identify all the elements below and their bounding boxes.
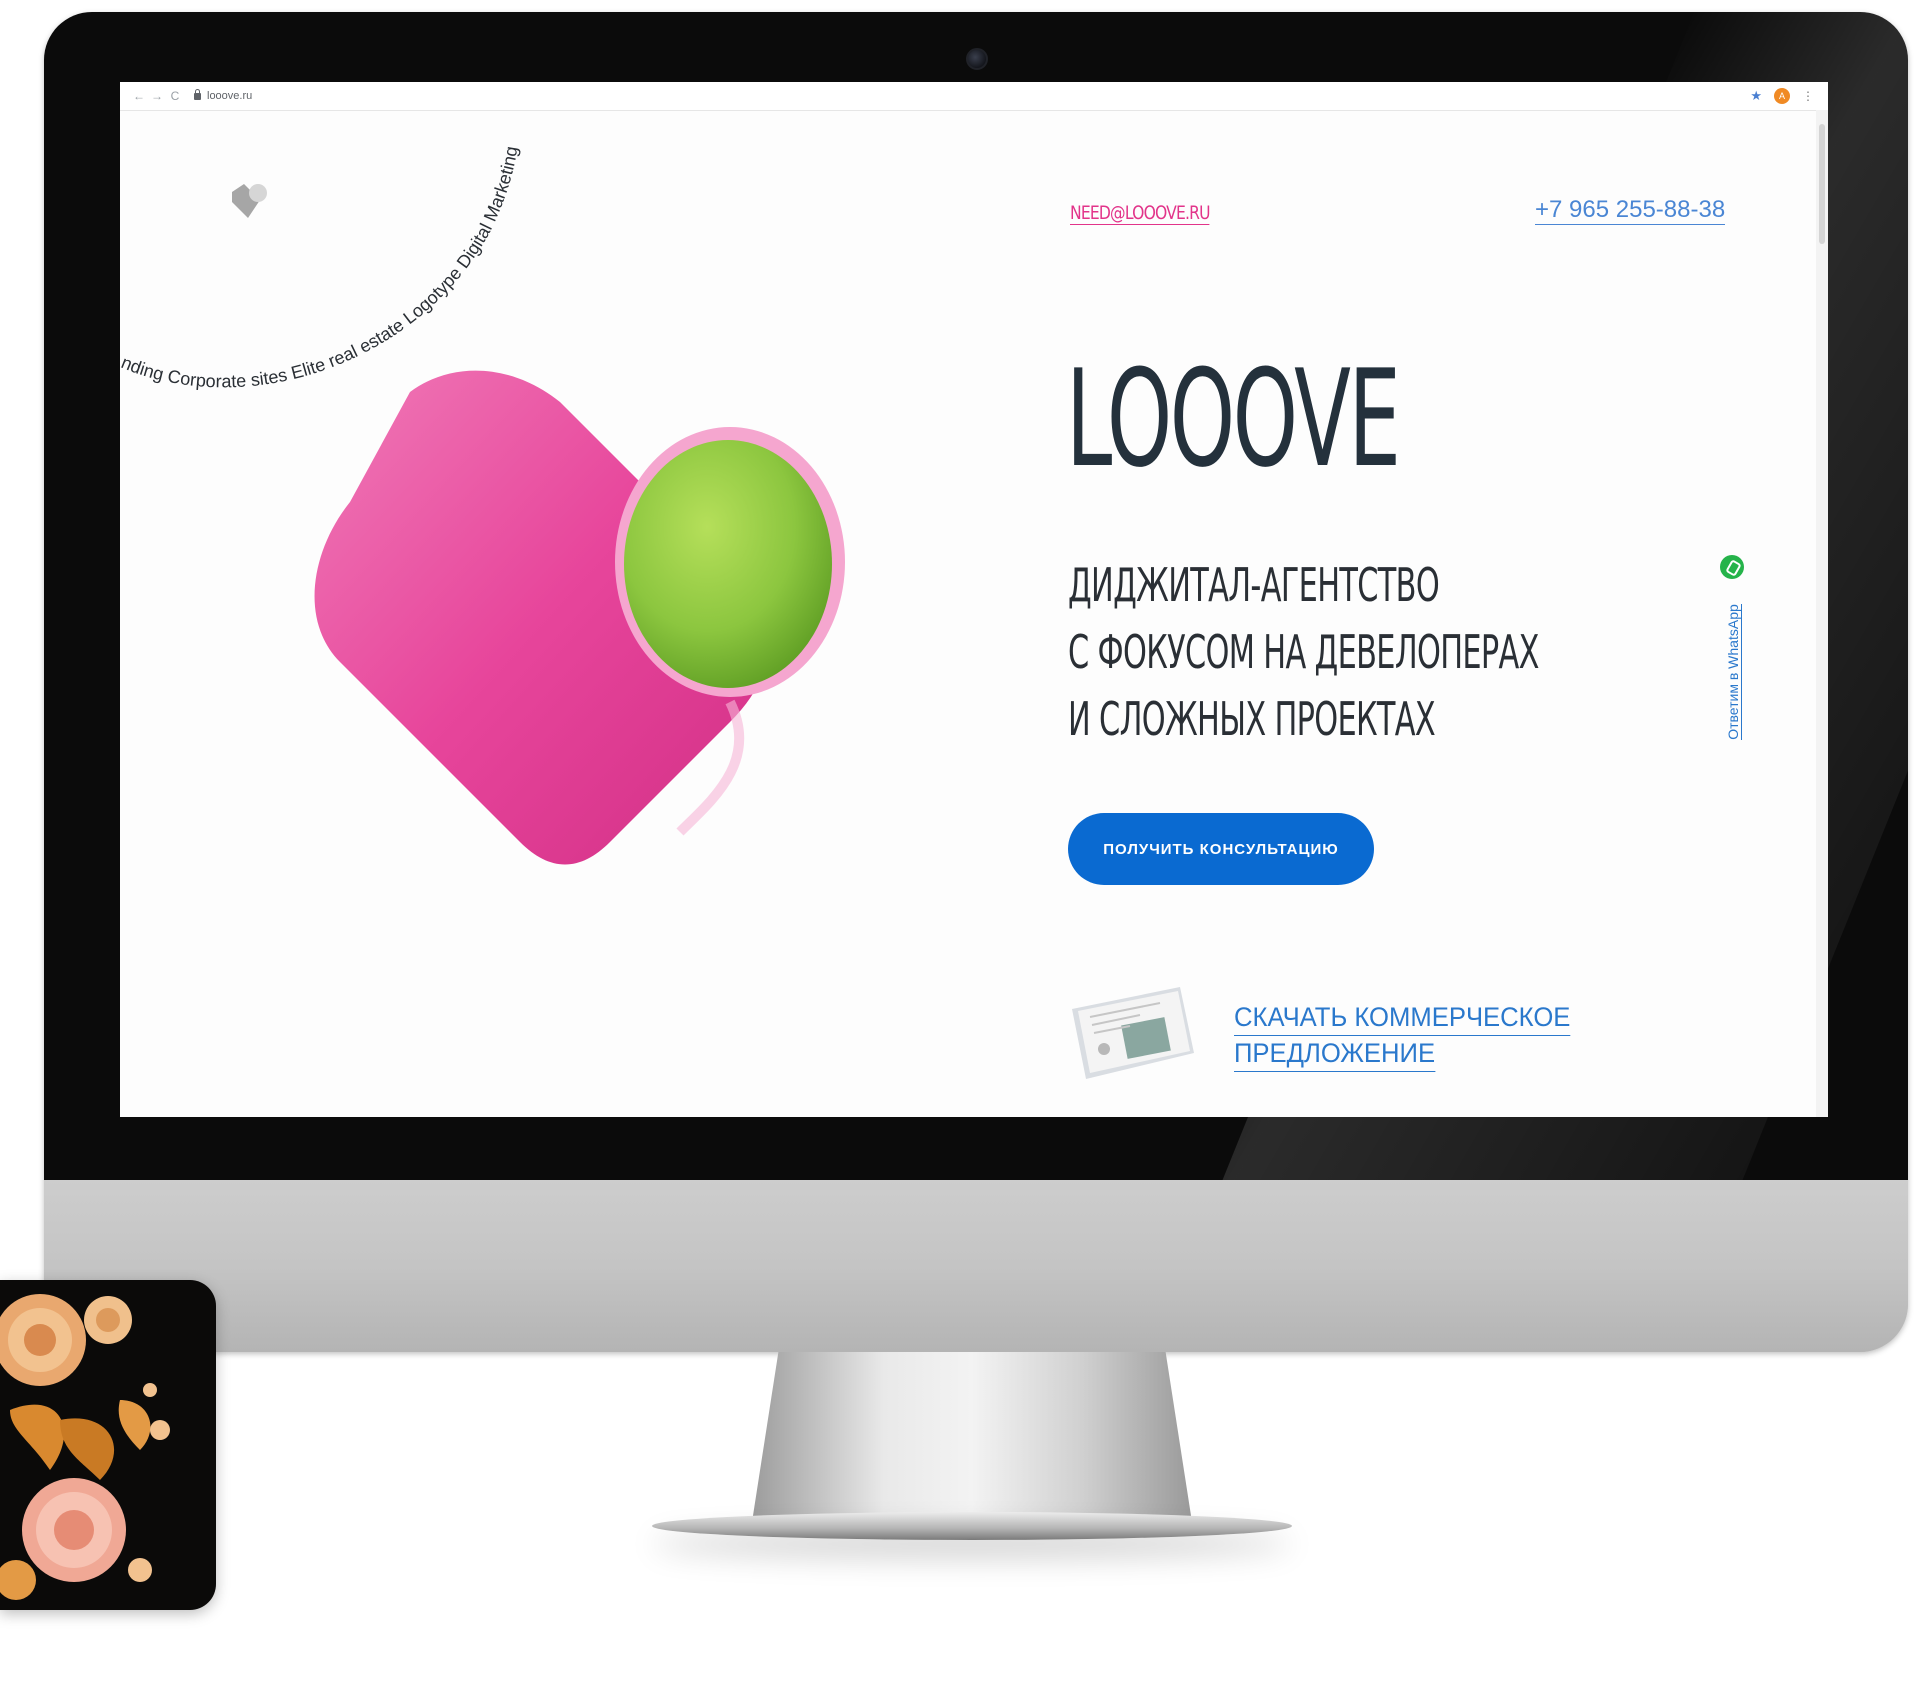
hero-tagline: ДИДЖИТАЛ-АГЕНТСТВО С ФОКУСОМ НА ДЕВЕЛОПЕ…	[1068, 552, 1539, 753]
phone-link[interactable]: +7 965 255-88-38	[1535, 196, 1726, 225]
email-link[interactable]: NEED@LOOOVE.RU	[1070, 202, 1211, 225]
url-text[interactable]: looove.ru	[207, 90, 252, 102]
monitor-stand	[752, 1352, 1192, 1522]
monitor-chin	[44, 1180, 1908, 1352]
address-bar[interactable]: looove.ru	[194, 88, 252, 102]
leaves	[10, 1383, 170, 1480]
back-icon[interactable]: ←	[130, 89, 148, 103]
flower-top	[0, 1294, 132, 1386]
heart-illustration	[314, 370, 845, 865]
tagline-line: С ФОКУСОМ НА ДЕВЕЛОПЕРАХ	[1068, 625, 1539, 679]
whatsapp-label[interactable]: Ответим в WhatsApp	[1725, 604, 1742, 740]
scrollbar-thumb[interactable]	[1819, 124, 1825, 244]
download-line[interactable]: СКАЧАТЬ КОММЕРЧЕСКОЕ	[1234, 1000, 1571, 1036]
forward-icon[interactable]: →	[148, 89, 166, 103]
camera-icon	[966, 48, 988, 70]
browser-toolbar: ← → C looove.ru ★ A ⋮	[120, 82, 1828, 111]
floral-thumbnail	[0, 1280, 216, 1610]
floral-illustration	[0, 1294, 170, 1600]
heart-green-inner	[624, 440, 832, 688]
monitor-bezel: ← → C looove.ru ★ A ⋮ nding Corporate si…	[44, 12, 1908, 1180]
flower-bottom	[0, 1478, 152, 1600]
toolbar-right: ★ A ⋮	[1750, 88, 1814, 104]
download-line[interactable]: ПРЕДЛОЖЕНИЕ	[1234, 1036, 1436, 1072]
menu-dots-icon[interactable]: ⋮	[1802, 89, 1814, 103]
brand-title: LOOOVE	[1066, 341, 1401, 497]
monitor-stand-base	[652, 1512, 1292, 1540]
tagline-line: И СЛОЖНЫХ ПРОЕКТАХ	[1068, 692, 1436, 746]
consultation-button[interactable]: получить консультацию	[1068, 813, 1374, 885]
imac-monitor: ← → C looove.ru ★ A ⋮ nding Corporate si…	[44, 12, 1908, 1352]
reload-icon[interactable]: C	[166, 89, 184, 103]
profile-avatar[interactable]: A	[1774, 88, 1790, 104]
tagline-line: ДИДЖИТАЛ-АГЕНТСТВО	[1068, 558, 1440, 612]
lock-icon	[194, 88, 201, 100]
whatsapp-link[interactable]: Ответим в WhatsApp	[1725, 547, 1742, 797]
stage: ← → C looove.ru ★ A ⋮ nding Corporate si…	[0, 0, 1922, 1697]
brochure-thumbnail[interactable]	[1068, 987, 1198, 1087]
download-offer-link[interactable]: СКАЧАТЬ КОММЕРЧЕСКОЕ ПРЕДЛОЖЕНИЕ	[1234, 1000, 1588, 1072]
browser-screen: ← → C looove.ru ★ A ⋮ nding Corporate si…	[120, 82, 1828, 1117]
page-scrollbar[interactable]	[1816, 110, 1828, 1117]
star-icon[interactable]: ★	[1750, 88, 1762, 104]
